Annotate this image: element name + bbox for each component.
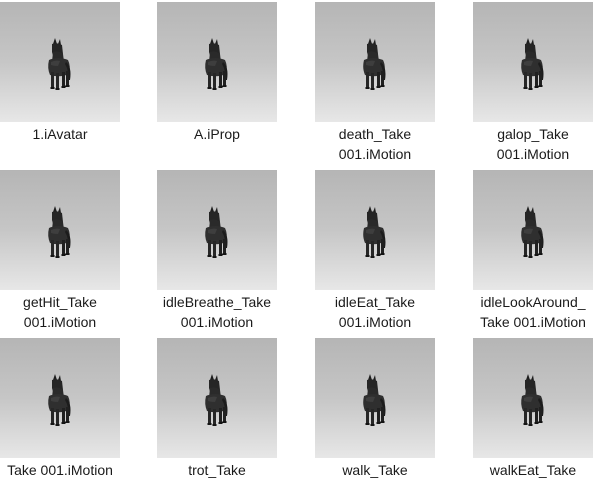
horse-thumbnail-icon (48, 206, 71, 258)
file-name: death_Take 001.iMotion (338, 126, 412, 162)
thumbnail (0, 170, 120, 290)
horse-thumbnail-icon (521, 38, 544, 90)
file-name: 1.iAvatar (32, 126, 88, 142)
file-name: galop_Take 001.iMotion (496, 126, 570, 162)
thumbnail (473, 2, 593, 122)
thumbnail (0, 338, 120, 458)
thumbnail (473, 338, 593, 458)
thumbnail (157, 2, 277, 122)
horse-thumbnail-icon (363, 38, 386, 90)
file-name: trot_Take (188, 462, 246, 478)
thumbnail (157, 338, 277, 458)
horse-thumbnail-icon (205, 374, 228, 426)
thumbnail (157, 170, 277, 290)
horse-thumbnail-icon (48, 38, 71, 90)
horse-thumbnail-icon (363, 374, 386, 426)
file-grid: 1.iAvatar A.iProp death_Take 001.iMotion … (0, 0, 605, 482)
horse-thumbnail-icon (48, 374, 71, 426)
file-name: Take 001.iMotion (7, 462, 113, 478)
file-name: idleEat_Take 001.iMotion (334, 294, 416, 330)
file-name: getHit_Take 001.iMotion (23, 294, 97, 330)
file-name: walkEat_Take (489, 462, 577, 478)
thumbnail (473, 170, 593, 290)
horse-thumbnail-icon (205, 38, 228, 90)
file-name: A.iProp (194, 126, 240, 142)
thumbnail (315, 2, 435, 122)
horse-thumbnail-icon (363, 206, 386, 258)
horse-thumbnail-icon (521, 374, 544, 426)
thumbnail (0, 2, 120, 122)
horse-thumbnail-icon (205, 206, 228, 258)
thumbnail (315, 170, 435, 290)
thumbnail (315, 338, 435, 458)
file-name: idleBreathe_Take 001.iMotion (162, 294, 272, 330)
horse-thumbnail-icon (521, 206, 544, 258)
file-name: walk_Take (342, 462, 408, 478)
file-name: idleLookAround_ Take 001.iMotion (480, 294, 586, 330)
